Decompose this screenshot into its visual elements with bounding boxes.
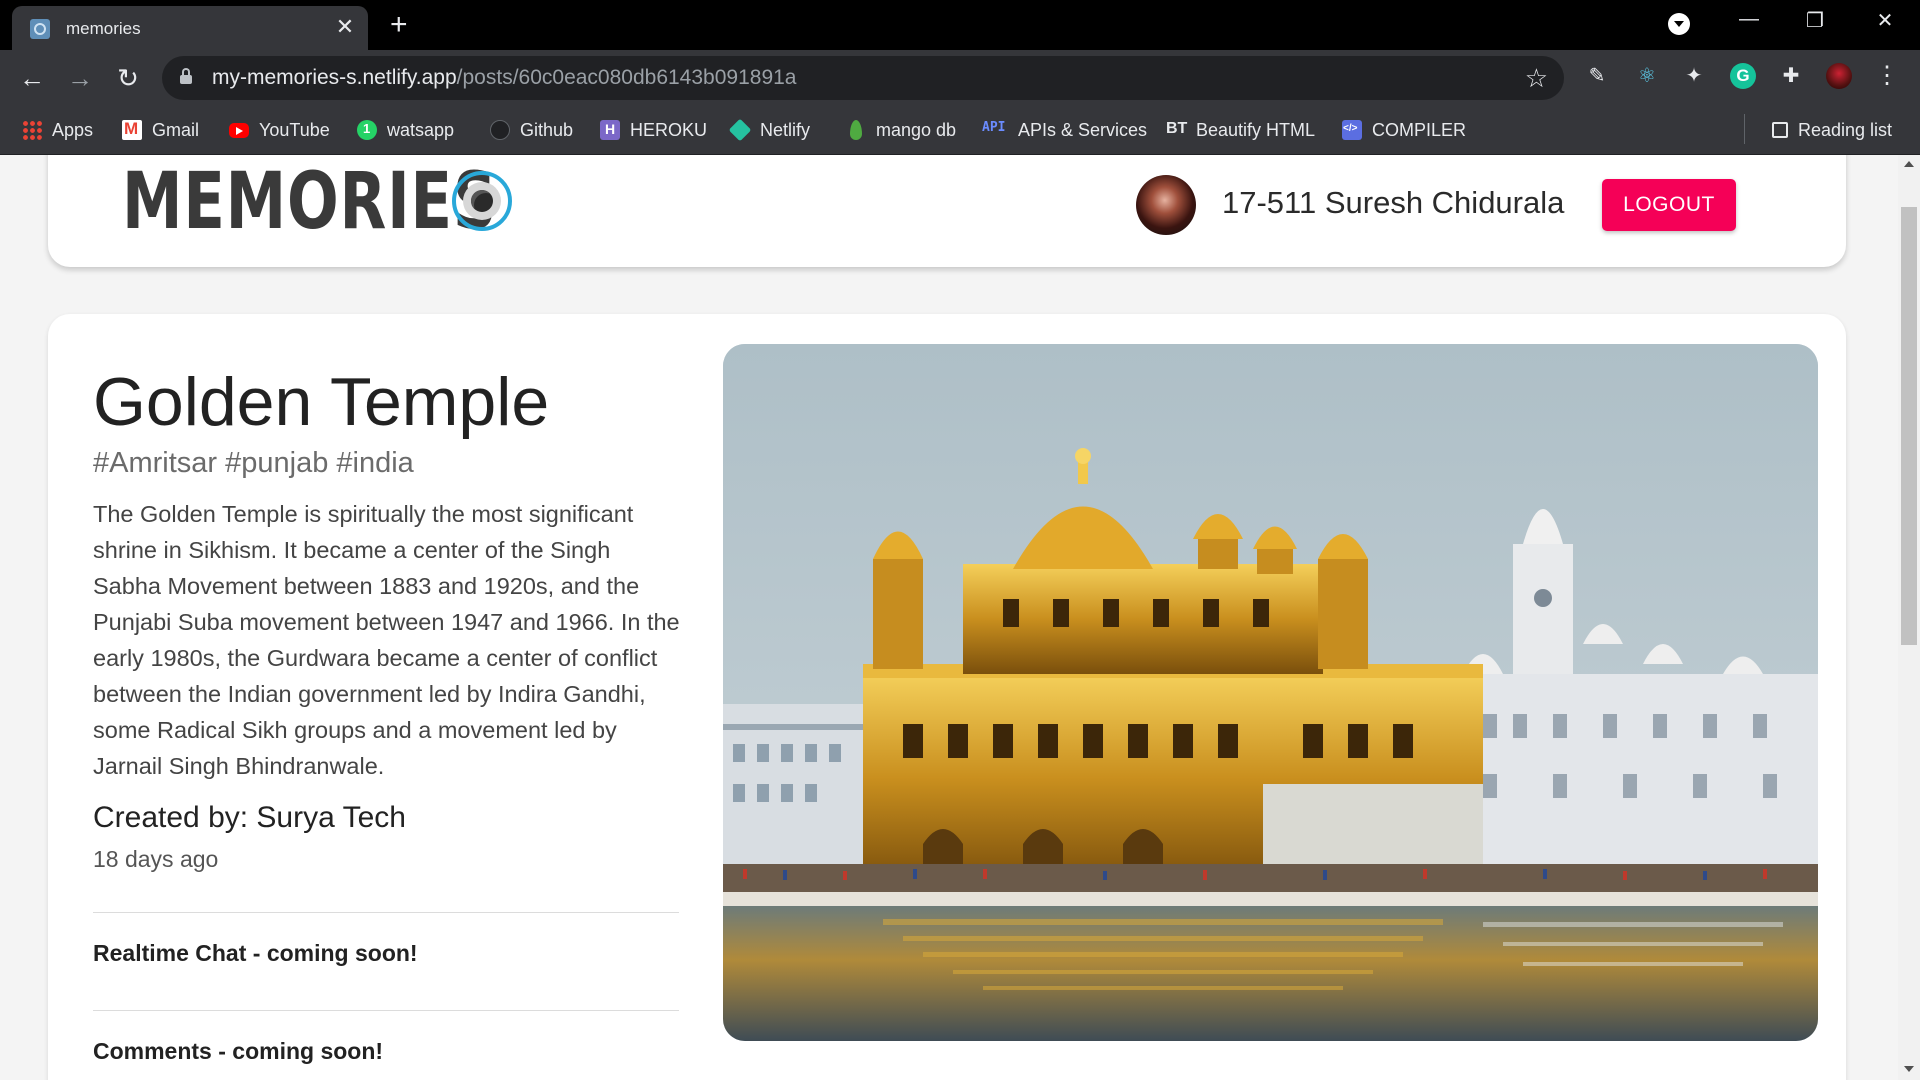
url-path: /posts/60c0eac080db6143b091891a (456, 66, 797, 89)
new-tab-plus-icon[interactable]: + (390, 10, 408, 40)
bookmark-label: Apps (52, 119, 94, 140)
close-window-icon[interactable]: ✕ (1865, 8, 1905, 33)
page-viewport: MEMORIES 17-511 Suresh Chidurala LOGOUT … (0, 155, 1898, 1080)
extensions-puzzle-icon[interactable]: ✚ (1778, 63, 1804, 89)
address-bar[interactable]: my-memories-s.netlify.app/posts/60c0eac0… (162, 56, 1564, 100)
react-devtools-icon[interactable]: ⚛ (1634, 63, 1660, 89)
reading-list-icon (1772, 122, 1788, 138)
app-header: MEMORIES 17-511 Suresh Chidurala LOGOUT (48, 155, 1846, 267)
reading-list-label: Reading list (1798, 119, 1893, 140)
tab-search-icon[interactable] (1668, 13, 1690, 35)
user-avatar (1136, 175, 1196, 235)
bookmark-label: HEROKU (630, 119, 708, 140)
pen-extension-icon[interactable]: ✎ (1584, 63, 1610, 89)
bookmark-github[interactable]: Github (490, 116, 573, 144)
bookmark-youtube[interactable]: YouTube (229, 116, 330, 144)
heroku-icon (600, 120, 620, 140)
bookmark-label: Github (520, 119, 574, 140)
bookmark-mango-db[interactable]: mango db (846, 116, 956, 144)
bookmark-watsapp[interactable]: watsapp (357, 116, 454, 144)
bookmark-label: Gmail (152, 119, 200, 140)
api-icon: API (982, 120, 1006, 135)
minimize-window-icon[interactable]: — (1729, 8, 1769, 31)
grammarly-icon[interactable]: G (1730, 63, 1756, 89)
bookmark-heroku[interactable]: HEROKU (600, 116, 707, 144)
post-message: The Golden Temple is spiritually the mos… (93, 501, 680, 779)
reload-icon[interactable]: ↻ (110, 60, 146, 96)
scrollbar-thumb[interactable] (1901, 207, 1917, 645)
post-author: Created by: Surya Tech (93, 801, 406, 834)
post-details-card: Golden Temple #Amritsar #punjab #india T… (48, 314, 1846, 1080)
bt-icon: BT (1166, 120, 1188, 137)
scroll-up-arrow-icon[interactable] (1904, 161, 1914, 167)
whatsapp-icon (357, 120, 377, 140)
bookmark-compiler[interactable]: COMPILER (1342, 116, 1466, 144)
site-favicon-icon (30, 19, 50, 39)
bookmark-beautify-html[interactable]: BT Beautify HTML (1166, 116, 1315, 144)
post-timestamp: 18 days ago (93, 846, 219, 872)
profile-avatar-icon[interactable] (1826, 63, 1852, 89)
netlify-icon (728, 118, 752, 142)
bookmark-label: Netlify (760, 119, 811, 140)
apps-grid-icon (22, 120, 42, 140)
bookmark-label: COMPILER (1372, 119, 1467, 140)
bookmark-label: APIs & Services (1018, 119, 1148, 140)
scroll-down-arrow-icon[interactable] (1904, 1066, 1914, 1072)
close-tab-icon[interactable]: ✕ (332, 14, 358, 40)
bookmark-apis-services[interactable]: API APIs & Services (982, 116, 1147, 144)
bookmark-label: Beautify HTML (1196, 119, 1316, 140)
post-image (723, 344, 1818, 1041)
browser-tab-strip: memories ✕ + — ❐ ✕ (0, 0, 1920, 50)
url-text[interactable]: my-memories-s.netlify.app/posts/60c0eac0… (212, 66, 796, 90)
realtime-chat-label: Realtime Chat - coming soon! (93, 940, 418, 966)
github-icon (490, 120, 510, 140)
bookmark-apps[interactable]: Apps (22, 116, 93, 144)
tab-title: memories (66, 19, 141, 38)
youtube-icon (229, 122, 249, 138)
browser-toolbar: ← → ↻ my-memories-s.netlify.app/posts/60… (0, 50, 1920, 106)
bookmark-label: mango db (876, 119, 957, 140)
divider (93, 912, 679, 913)
user-name: 17-511 Suresh Chidurala (1222, 185, 1565, 220)
gmail-icon (122, 119, 142, 140)
comments-label: Comments - coming soon! (93, 1038, 384, 1064)
page-scrollbar[interactable] (1898, 155, 1920, 1080)
logout-button[interactable]: LOGOUT (1602, 179, 1736, 231)
golden-temple-photo (723, 344, 1818, 1041)
restore-window-icon[interactable]: ❐ (1795, 8, 1835, 33)
forward-arrow-icon[interactable]: → (62, 60, 98, 96)
bookmarks-divider (1744, 114, 1745, 144)
lock-icon[interactable] (180, 68, 192, 84)
divider (93, 1010, 679, 1011)
compiler-icon (1342, 120, 1362, 140)
bookmark-star-icon[interactable]: ☆ (1525, 63, 1548, 94)
bookmark-label: watsapp (387, 119, 455, 140)
browser-menu-icon[interactable]: ⋮ (1874, 63, 1900, 89)
bookmark-netlify[interactable]: Netlify (728, 116, 811, 144)
extension-icon[interactable]: ✦ (1681, 63, 1707, 89)
bookmark-gmail[interactable]: Gmail (122, 116, 199, 144)
app-logo-text[interactable]: MEMORIES (122, 155, 497, 252)
url-host: my-memories-s.netlify.app (212, 66, 457, 89)
reading-list-button[interactable]: Reading list (1772, 116, 1892, 144)
post-title: Golden Temple (93, 364, 550, 440)
bookmarks-bar: Apps Gmail YouTube watsapp Github HEROKU… (0, 106, 1920, 155)
camera-lens-icon (452, 171, 512, 231)
back-arrow-icon[interactable]: ← (14, 60, 50, 96)
post-tags: #Amritsar #punjab #india (93, 447, 414, 479)
browser-tab[interactable]: memories ✕ (12, 6, 368, 50)
bookmark-label: YouTube (259, 119, 330, 140)
mongodb-leaf-icon (850, 120, 862, 140)
